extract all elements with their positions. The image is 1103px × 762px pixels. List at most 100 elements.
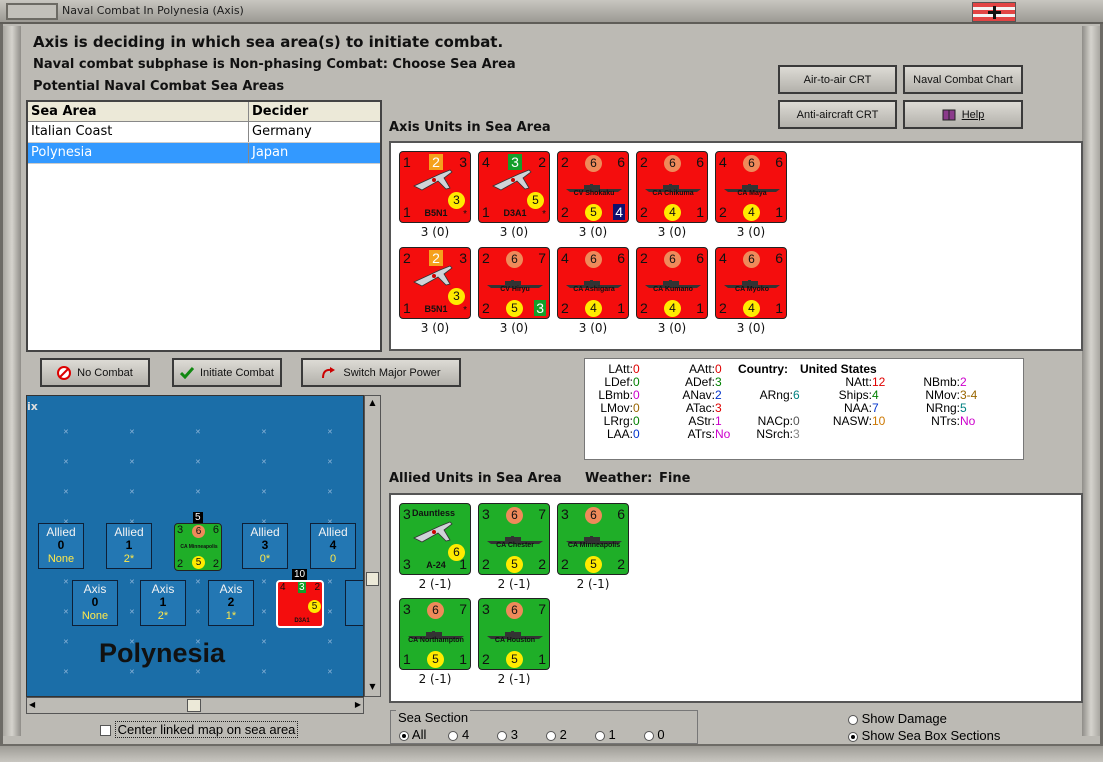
map-vertical-scrollbar[interactable]: ▲ ▼ xyxy=(364,395,381,697)
unit-counter[interactable]: 4 3 5 2 D3A1 1 * xyxy=(478,151,550,223)
unit-counter[interactable]: 3 6 5 7 CA Houston 2 1 xyxy=(478,598,550,670)
unit-counter[interactable]: 2 6 5 7 CV Hiryu 2 3 xyxy=(478,247,550,319)
center-map-checkbox[interactable] xyxy=(100,725,111,737)
counter-bottom-right: 1 xyxy=(617,300,625,316)
counter-bottom-right: 1 xyxy=(459,651,467,667)
initiate-combat-button[interactable]: Initiate Combat xyxy=(172,358,282,387)
sea-section-option-label: 1 xyxy=(604,727,616,742)
table-row[interactable]: Italian Coast Germany xyxy=(28,122,380,143)
sea-section-option[interactable]: 3 xyxy=(497,727,518,742)
allied-sea-box[interactable]: Allied 4 0 xyxy=(310,523,356,569)
allied-sea-box[interactable]: Allied 1 2* xyxy=(106,523,152,569)
counter-top-right: 6 xyxy=(212,524,219,536)
unit-counter[interactable]: 3 6 5 7 CA Chester 2 2 xyxy=(478,503,550,575)
sea-section-option[interactable]: All xyxy=(399,727,426,742)
allied-units-panel: 3 Dauntless 6 A-24 3 1 2 (-1) 3 6 5 7 CA Chester 2 2 2… xyxy=(389,493,1083,703)
counter-top-circle: 6 xyxy=(585,251,602,268)
stat-key: ATrs: xyxy=(687,427,715,441)
unit-counter[interactable]: 3 6 5 6 CA Minneapolis 2 2 xyxy=(557,503,629,575)
help-button[interactable]: Help xyxy=(903,100,1023,129)
unit-strength-label: 3 (0) xyxy=(736,321,766,335)
sea-section-radio[interactable] xyxy=(497,730,508,741)
unit-counter[interactable]: 3 6 5 7 CA Northampton 1 1 xyxy=(399,598,471,670)
naval-combat-chart-button[interactable]: Naval Combat Chart xyxy=(903,65,1023,94)
counter-bottom-right: * xyxy=(542,209,546,220)
unit-counter[interactable]: 2 6 4 6 CA Kumano 2 1 xyxy=(636,247,708,319)
counter-bottom-left: 3 xyxy=(403,556,411,572)
sea-section-radio[interactable] xyxy=(448,730,459,741)
system-menu-button[interactable] xyxy=(6,3,58,20)
sea-section-option[interactable]: 1 xyxy=(594,727,616,742)
horizontal-scroll-thumb[interactable] xyxy=(187,699,201,712)
counter-name-top: Dauntless xyxy=(412,508,456,518)
sea-section-radio[interactable] xyxy=(643,730,654,741)
unit-counter[interactable]: 3 Dauntless 6 A-24 3 1 xyxy=(399,503,471,575)
svg-text:✕: ✕ xyxy=(195,458,201,466)
svg-text:✕: ✕ xyxy=(261,458,267,466)
vertical-scroll-thumb[interactable] xyxy=(366,572,379,586)
axis-sea-box[interactable]: Axis 2 1* xyxy=(208,580,254,626)
map-horizontal-scrollbar[interactable]: ◀ ▶ xyxy=(26,697,364,714)
sea-section-radio[interactable] xyxy=(594,730,605,741)
counter-bottom-left: 1 xyxy=(403,300,411,316)
sea-area-table[interactable]: Sea Area Decider Italian Coast Germany P… xyxy=(26,100,382,352)
counter-top-right: 6 xyxy=(775,154,783,170)
unit-counter[interactable]: 4 6 4 6 CA Maya 2 1 xyxy=(715,151,787,223)
table-row[interactable]: Polynesia Japan xyxy=(28,143,380,164)
ship-icon xyxy=(408,626,464,639)
scroll-right-icon[interactable]: ▶ xyxy=(355,700,361,709)
col-sea-area[interactable]: Sea Area xyxy=(28,102,249,121)
axis-sea-box[interactable]: Axis 0 None xyxy=(72,580,118,626)
cell-sea-area: Italian Coast xyxy=(28,122,249,142)
svg-text:✕: ✕ xyxy=(195,488,201,496)
unit-counter[interactable]: 2 6 5 6 CV Shokaku 2 4 xyxy=(557,151,629,223)
scroll-up-icon[interactable]: ▲ xyxy=(367,398,378,409)
stat-value: 6 xyxy=(793,388,800,402)
stat-row: NMov: 3-4 xyxy=(920,388,977,402)
svg-text:✕: ✕ xyxy=(261,578,267,586)
scroll-left-icon[interactable]: ◀ xyxy=(29,700,35,709)
axis-stack-counter[interactable]: 10 4 3 2 5 D3A1 xyxy=(276,569,324,628)
show-damage-option[interactable]: Show Damage xyxy=(848,711,947,726)
switch-major-power-button[interactable]: Switch Major Power xyxy=(301,358,461,387)
sea-section-option[interactable]: 2 xyxy=(546,727,567,742)
show-damage-radio[interactable] xyxy=(848,714,858,725)
stat-key: LBmb: xyxy=(598,388,633,402)
scroll-down-icon[interactable]: ▼ xyxy=(367,682,378,693)
no-combat-button[interactable]: No Combat xyxy=(40,358,150,387)
counter-bottom-left: 1 xyxy=(482,204,490,220)
unit-strength-label: 2 (-1) xyxy=(418,577,452,591)
show-sections-option[interactable]: Show Sea Box Sections xyxy=(848,728,1000,743)
ship-icon xyxy=(566,531,622,544)
unit-strength-label: 2 (-1) xyxy=(497,577,531,591)
sea-section-option-label: 2 xyxy=(556,727,567,742)
sea-section-option[interactable]: 0 xyxy=(643,727,665,742)
axis-sea-box[interactable]: Axis 1 2* xyxy=(140,580,186,626)
sea-section-option[interactable]: 4 xyxy=(448,727,469,742)
svg-text:✕: ✕ xyxy=(129,488,135,496)
sea-section-radio[interactable] xyxy=(399,730,409,741)
air-to-air-crt-button[interactable]: Air-to-air CRT xyxy=(778,65,897,94)
stat-row: LAtt: 0 xyxy=(593,362,639,376)
allied-stack-counter[interactable]: 5 3 6 6 CA Minneapolis 2 5 2 xyxy=(174,512,222,571)
counter-bottom-right: 2 xyxy=(538,556,546,572)
allied-sea-box[interactable]: Allied 0 None xyxy=(38,523,84,569)
unit-counter[interactable]: 4 6 4 6 CA Myoko 2 1 xyxy=(715,247,787,319)
svg-text:✕: ✕ xyxy=(261,638,267,646)
unit-counter[interactable]: 2 2 3 3 B5N1 1 * xyxy=(399,247,471,319)
show-sections-radio[interactable] xyxy=(848,731,858,742)
axis-sea-box[interactable]: A xyxy=(345,580,363,626)
stat-key: LAA: xyxy=(606,427,633,441)
sea-area-map[interactable]: ix Polynesia ✕ ✕ ✕ ✕ ✕ ✕ ✕ ✕ ✕ ✕ ✕ ✕ ✕ ✕ ✕ ✕ ✕ ✕ ✕ ✕ ✕ ✕ ✕ ✕ ✕ ✕ ✕… xyxy=(26,395,364,697)
allied-sea-box[interactable]: Allied 3 0* xyxy=(242,523,288,569)
counter-top-right: 2 xyxy=(538,154,546,170)
counter-top-right: 7 xyxy=(538,601,546,617)
center-map-option[interactable]: Center linked map on sea area xyxy=(100,721,299,738)
anti-aircraft-crt-button[interactable]: Anti-aircraft CRT xyxy=(778,100,897,129)
box-label: Axis xyxy=(151,582,175,596)
col-decider[interactable]: Decider xyxy=(249,102,361,121)
sea-section-radio[interactable] xyxy=(546,730,557,741)
unit-counter[interactable]: 4 6 4 6 CA Ashigara 2 1 xyxy=(557,247,629,319)
unit-counter[interactable]: 1 2 3 3 B5N1 1 * xyxy=(399,151,471,223)
unit-counter[interactable]: 2 6 4 6 CA Chikuma 2 1 xyxy=(636,151,708,223)
